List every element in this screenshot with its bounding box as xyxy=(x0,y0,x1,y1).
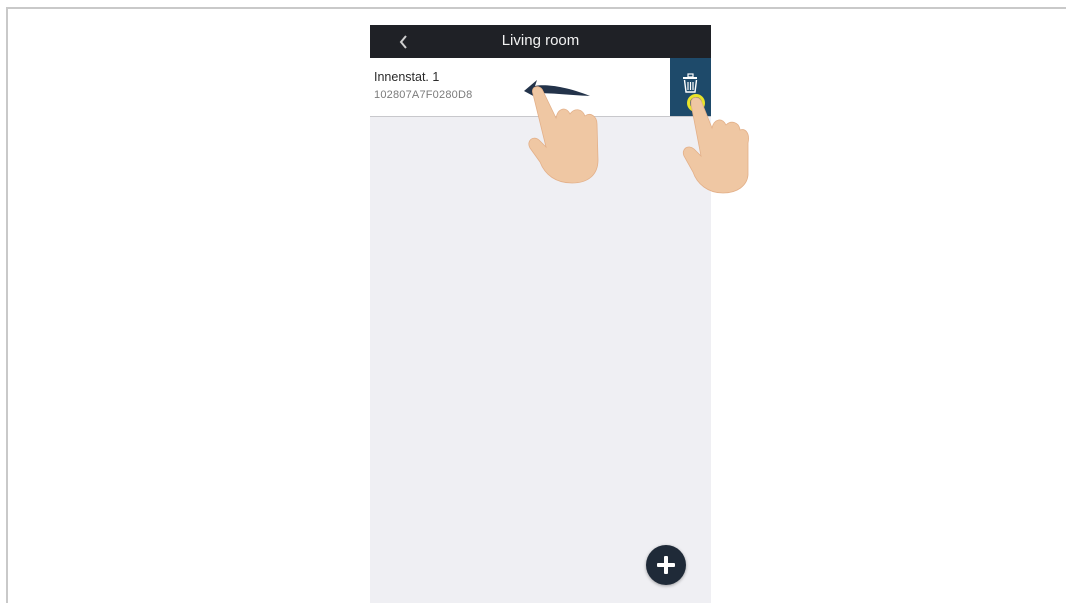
frame-border-top xyxy=(6,7,1066,9)
phone-screen: Living room Innenstat. 1 102807A7F0280D8 xyxy=(370,25,711,603)
back-button[interactable] xyxy=(392,27,422,57)
frame-border-left xyxy=(6,7,8,603)
trash-icon xyxy=(683,73,698,93)
page-title: Living room xyxy=(501,32,580,49)
device-list-item[interactable]: Innenstat. 1 102807A7F0280D8 xyxy=(370,58,711,117)
delete-button[interactable] xyxy=(670,58,711,116)
chevron-left-icon xyxy=(399,35,407,49)
app-header: Living room xyxy=(370,25,711,58)
device-name: Innenstat. 1 xyxy=(374,70,440,84)
device-serial: 102807A7F0280D8 xyxy=(374,89,473,101)
add-device-button[interactable] xyxy=(646,545,686,585)
plus-icon xyxy=(657,556,675,574)
